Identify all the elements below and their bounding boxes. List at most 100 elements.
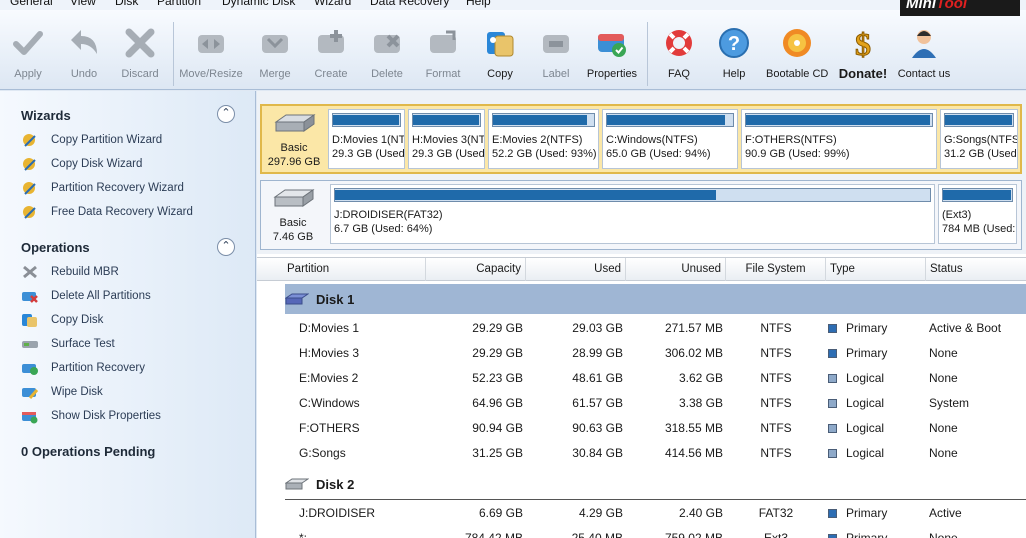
cell-capacity: 29.29 GB — [472, 321, 523, 335]
column-header-used[interactable]: Used — [526, 258, 626, 281]
properties-icon — [598, 34, 626, 57]
table-row[interactable]: G:Songs 31.25 GB 30.84 GB 414.56 MB NTFS Logi… — [257, 441, 1026, 466]
surface-test-icon — [22, 341, 38, 348]
contact-person-icon — [912, 30, 936, 58]
sidebar-item-delete-all-partitions[interactable]: Delete All Partitions — [21, 287, 151, 305]
copy-button[interactable]: Copy — [480, 26, 520, 88]
usage-bar-fill — [943, 190, 1012, 200]
apply-button[interactable]: Apply — [6, 26, 50, 88]
sidebar-item-label: Wipe Disk — [51, 386, 103, 398]
label-button[interactable]: Label — [536, 26, 576, 88]
column-header-capacity[interactable]: Capacity — [426, 258, 526, 281]
partition-block[interactable]: (Ext3) 784 MB (Used: — [938, 184, 1017, 244]
table-row[interactable]: *: 784.42 MB 25.40 MB 759.02 MB Ext3 Primary N… — [257, 526, 1026, 538]
table-row[interactable]: E:Movies 2 52.23 GB 48.61 GB 3.62 GB NTFS Log… — [257, 366, 1026, 391]
partition-block[interactable]: E:Movies 2(NTFS) 52.2 GB (Used: 93%) — [488, 109, 599, 169]
menu-disk[interactable]: Disk — [115, 0, 138, 8]
svg-text:?: ? — [728, 33, 740, 55]
partition-block[interactable]: J:DROIDISER(FAT32) 6.7 GB (Used: 64%) — [330, 184, 935, 244]
menu-general[interactable]: General — [10, 0, 53, 8]
undo-button[interactable]: Undo — [62, 26, 106, 88]
cell-unused: 2.40 GB — [678, 506, 723, 520]
cell-status: System — [929, 396, 970, 410]
partition-type-swatch — [828, 509, 837, 518]
partition-type-swatch — [828, 349, 837, 358]
cell-used: 30.84 GB — [572, 446, 623, 460]
table-row[interactable]: F:OTHERS 90.94 GB 90.63 GB 318.55 MB NTFS Log… — [257, 416, 1026, 441]
partition-block[interactable]: F:OTHERS(NTFS) 90.9 GB (Used: 99%) — [741, 109, 937, 169]
column-header-type[interactable]: Type — [826, 258, 926, 281]
partition-block[interactable]: C:Windows(NTFS) 65.0 GB (Used: 94%) — [602, 109, 738, 169]
faq-button[interactable]: FAQ — [662, 26, 696, 88]
sidebar-item-copy-partition-wizard[interactable]: Copy Partition Wizard — [21, 131, 162, 149]
column-header-file-system[interactable]: File System — [726, 258, 826, 281]
sidebar-item-rebuild-mbr[interactable]: Rebuild MBR — [21, 263, 119, 281]
cell-type: Logical — [846, 396, 885, 410]
column-header-status[interactable]: Status — [926, 258, 1026, 281]
partition-block[interactable]: H:Movies 3(NT 29.3 GB (Used — [408, 109, 485, 169]
delete-button[interactable]: Delete — [366, 26, 408, 88]
help-button[interactable]: ? Help — [717, 26, 751, 88]
format-label: Format — [425, 68, 461, 80]
cell-partition: G:Songs — [299, 446, 346, 460]
sidebar-item-show-disk-properties[interactable]: Show Disk Properties — [21, 407, 161, 425]
table-row[interactable]: C:Windows 64.96 GB 61.57 GB 3.38 GB NTFS Logi… — [257, 391, 1026, 416]
contact-us-button[interactable]: Contact us — [896, 26, 952, 88]
checkmark-icon — [13, 31, 43, 55]
partition-block-usage: 784 MB (Used: — [942, 223, 1016, 235]
sidebar-item-surface-test[interactable]: Surface Test — [21, 335, 115, 353]
sidebar-item-label: Delete All Partitions — [51, 290, 151, 302]
cell-unused: 414.56 MB — [664, 446, 723, 460]
disk-map: Basic 297.96 GB D:Movies 1(NT 29.3 GB (U… — [257, 91, 1026, 254]
usage-bar — [745, 113, 933, 127]
move-resize-button[interactable]: Move/Resize — [178, 26, 244, 88]
sidebar-item-free-data-recovery-wizard[interactable]: Free Data Recovery Wizard — [21, 203, 193, 221]
sidebar-item-copy-disk-wizard[interactable]: Copy Disk Wizard — [21, 155, 142, 173]
menu-dynamic-disk[interactable]: Dynamic Disk — [222, 0, 295, 8]
cell-type: Primary — [846, 531, 888, 538]
disk-map-row-disk2[interactable]: Basic 7.46 GB J:DROIDISER(FAT32) 6.7 GB … — [260, 180, 1022, 250]
sidebar-item-copy-disk[interactable]: Copy Disk — [21, 311, 103, 329]
operations-pending: 0 Operations Pending — [21, 444, 156, 459]
format-button[interactable]: Format — [421, 26, 465, 88]
create-button[interactable]: Create — [310, 26, 352, 88]
menu-data-recovery[interactable]: Data Recovery — [370, 0, 449, 8]
properties-button[interactable]: Properties — [584, 26, 640, 88]
table-row[interactable]: J:DROIDISER 6.69 GB 4.29 GB 2.40 GB FAT32 Pri… — [257, 501, 1026, 526]
table-row[interactable]: H:Movies 3 29.29 GB 28.99 GB 306.02 MB NTFS P… — [257, 341, 1026, 366]
cell-capacity: 784.42 MB — [464, 531, 523, 538]
menu-help[interactable]: Help — [466, 0, 491, 8]
sidebar-item-partition-recovery[interactable]: Partition Recovery — [21, 359, 145, 377]
merge-button[interactable]: Merge — [254, 26, 296, 88]
cell-unused: 3.62 GB — [678, 371, 723, 385]
menu-view[interactable]: View — [70, 0, 96, 8]
discard-button[interactable]: Discard — [117, 26, 163, 88]
minitool-logo: MiniTool — [900, 0, 1020, 16]
chevron-up-icon: ⌃ — [221, 107, 231, 119]
menu-partition[interactable]: Partition — [157, 0, 201, 8]
usage-bar — [412, 113, 481, 127]
donate-button[interactable]: $ Donate! — [836, 26, 890, 88]
wand-icon — [23, 206, 36, 219]
undo-arrow-icon — [71, 30, 97, 54]
wizards-collapse-button[interactable]: ⌃ — [217, 105, 235, 123]
cell-type: Logical — [846, 421, 885, 435]
sidebar-item-partition-recovery-wizard[interactable]: Partition Recovery Wizard — [21, 179, 184, 197]
partition-block[interactable]: G:Songs(NTFS 31.2 GB (Used — [940, 109, 1018, 169]
help-label: Help — [722, 68, 746, 80]
bootable-cd-button[interactable]: Bootable CD — [766, 26, 828, 88]
usage-bar — [334, 188, 931, 202]
column-header-partition[interactable]: Partition — [283, 258, 426, 281]
table-row[interactable]: D:Movies 1 29.29 GB 29.03 GB 271.57 MB NTFS P… — [257, 316, 1026, 341]
sidebar-item-wipe-disk[interactable]: Wipe Disk — [21, 383, 103, 401]
usage-bar-fill — [607, 115, 726, 125]
operations-collapse-button[interactable]: ⌃ — [217, 238, 235, 256]
menu-wizard[interactable]: Wizard — [314, 0, 351, 8]
cell-status: Active — [929, 506, 962, 520]
partition-block[interactable]: D:Movies 1(NT 29.3 GB (Used — [328, 109, 405, 169]
disk1-group-header[interactable]: Disk 1 — [285, 284, 354, 314]
disk2-group-header[interactable]: Disk 2 — [285, 469, 354, 499]
column-header-unused[interactable]: Unused — [626, 258, 726, 281]
disk-map-row-disk1[interactable]: Basic 297.96 GB D:Movies 1(NT 29.3 GB (U… — [260, 104, 1022, 174]
delete-partitions-icon — [22, 292, 38, 303]
